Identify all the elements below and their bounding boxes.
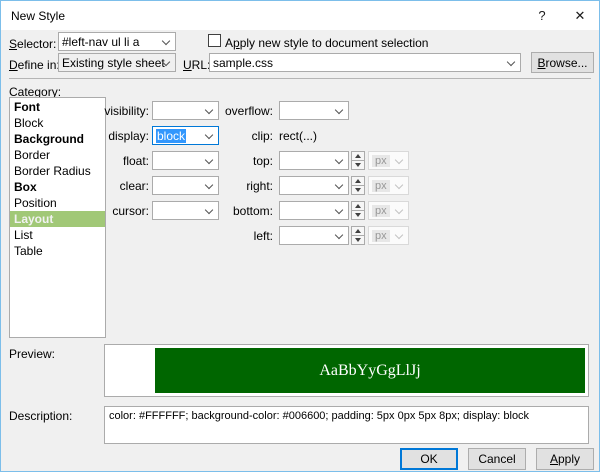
selector-label: Selector: (9, 37, 56, 51)
preview-label: Preview: (9, 347, 55, 361)
right-combobox[interactable] (279, 176, 349, 195)
bottom-spinner[interactable] (351, 201, 365, 220)
spin-down-icon[interactable] (351, 235, 365, 245)
visibility-label: visibility: (61, 104, 149, 118)
chevron-down-icon (395, 181, 403, 189)
chevron-down-icon (335, 231, 343, 239)
title-bar: New Style ? ✕ (1, 1, 599, 30)
bottom-unit-value: px (372, 205, 390, 217)
category-item-list[interactable]: List (10, 227, 105, 243)
apply-style-checkbox[interactable] (208, 34, 221, 47)
left-unit-combobox: px (368, 226, 409, 245)
new-style-dialog: New Style ? ✕ Selector: #left-nav ul li … (0, 0, 600, 472)
description-text: color: #FFFFFF; background-color: #00660… (109, 410, 584, 423)
bottom-unit-combobox: px (368, 201, 409, 220)
chevron-down-icon (335, 181, 343, 189)
chevron-down-icon (395, 206, 403, 214)
chevron-down-icon (395, 156, 403, 164)
separator (9, 78, 591, 79)
cursor-label: cursor: (61, 204, 149, 218)
url-value: sample.css (213, 56, 273, 70)
category-item-table[interactable]: Table (10, 243, 105, 259)
selector-value: #left-nav ul li a (62, 35, 139, 49)
clip-value: rect(...) (279, 129, 317, 143)
cancel-button[interactable]: Cancel (468, 448, 526, 470)
define-in-value: Existing style sheet (62, 56, 165, 70)
right-label: right: (201, 179, 273, 193)
chevron-down-icon (335, 206, 343, 214)
left-combobox[interactable] (279, 226, 349, 245)
left-unit-value: px (372, 230, 390, 242)
define-in-combobox[interactable]: Existing style sheet (58, 53, 176, 72)
spin-down-icon[interactable] (351, 185, 365, 195)
left-label: left: (201, 229, 273, 243)
chevron-down-icon (507, 58, 515, 66)
define-in-label: Define in: (9, 58, 60, 72)
description-label: Description: (9, 409, 72, 423)
apply-button[interactable]: Apply (536, 448, 594, 470)
clear-label: clear: (61, 179, 149, 193)
spin-down-icon[interactable] (351, 210, 365, 220)
bottom-combobox[interactable] (279, 201, 349, 220)
overflow-combobox[interactable] (279, 101, 349, 120)
ok-button[interactable]: OK (400, 448, 458, 470)
right-unit-value: px (372, 180, 390, 192)
top-label: top: (201, 154, 273, 168)
float-label: float: (61, 154, 149, 168)
top-combobox[interactable] (279, 151, 349, 170)
clip-label: clip: (201, 129, 273, 143)
url-combobox[interactable]: sample.css (209, 53, 521, 72)
preview-sample-text: AaBbYyGgLlJj (319, 362, 420, 380)
browse-button[interactable]: Browse... (531, 52, 594, 73)
bottom-label: bottom: (201, 204, 273, 218)
description-box: color: #FFFFFF; background-color: #00660… (104, 406, 589, 444)
close-icon[interactable]: ✕ (561, 1, 599, 30)
display-value: block (156, 129, 186, 143)
chevron-down-icon (335, 156, 343, 164)
right-spinner[interactable] (351, 176, 365, 195)
left-spinner[interactable] (351, 226, 365, 245)
top-spinner[interactable] (351, 151, 365, 170)
overflow-label: overflow: (201, 104, 273, 118)
titlebar-buttons: ? ✕ (523, 1, 599, 30)
url-label: URL: (183, 58, 210, 72)
chevron-down-icon (395, 231, 403, 239)
top-unit-combobox: px (368, 151, 409, 170)
preview-style-sample: AaBbYyGgLlJj (155, 348, 585, 393)
chevron-down-icon (335, 106, 343, 114)
apply-style-checkbox-label: Apply new style to document selection (225, 36, 428, 50)
display-label: display: (61, 129, 149, 143)
preview-box: AaBbYyGgLlJj (104, 344, 589, 397)
spin-down-icon[interactable] (351, 160, 365, 170)
selector-combobox[interactable]: #left-nav ul li a (58, 32, 176, 51)
dialog-title: New Style (1, 9, 65, 23)
chevron-down-icon (162, 37, 170, 45)
top-unit-value: px (372, 155, 390, 167)
help-icon[interactable]: ? (523, 1, 561, 30)
right-unit-combobox: px (368, 176, 409, 195)
